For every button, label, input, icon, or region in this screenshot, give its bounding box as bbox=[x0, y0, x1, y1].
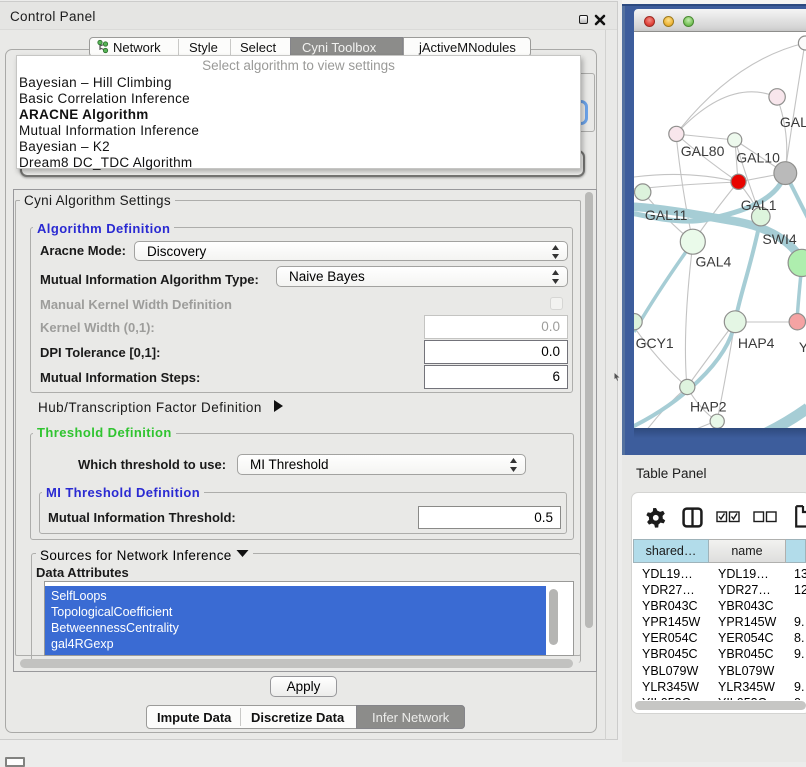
svg-text:GAL7: GAL7 bbox=[780, 114, 806, 130]
svg-text:GAL80: GAL80 bbox=[681, 143, 725, 159]
svg-text:GAL10: GAL10 bbox=[736, 149, 780, 165]
svg-text:SWI4: SWI4 bbox=[762, 231, 796, 247]
svg-text:GAL4: GAL4 bbox=[696, 254, 732, 270]
svg-text:HAP4: HAP4 bbox=[738, 335, 775, 351]
svg-text:GCY1: GCY1 bbox=[636, 335, 674, 351]
svg-text:Y: Y bbox=[799, 339, 806, 355]
svg-text:HAP2: HAP2 bbox=[690, 398, 727, 414]
svg-text:GAL1: GAL1 bbox=[741, 197, 777, 213]
svg-text:GAL11: GAL11 bbox=[645, 207, 688, 223]
